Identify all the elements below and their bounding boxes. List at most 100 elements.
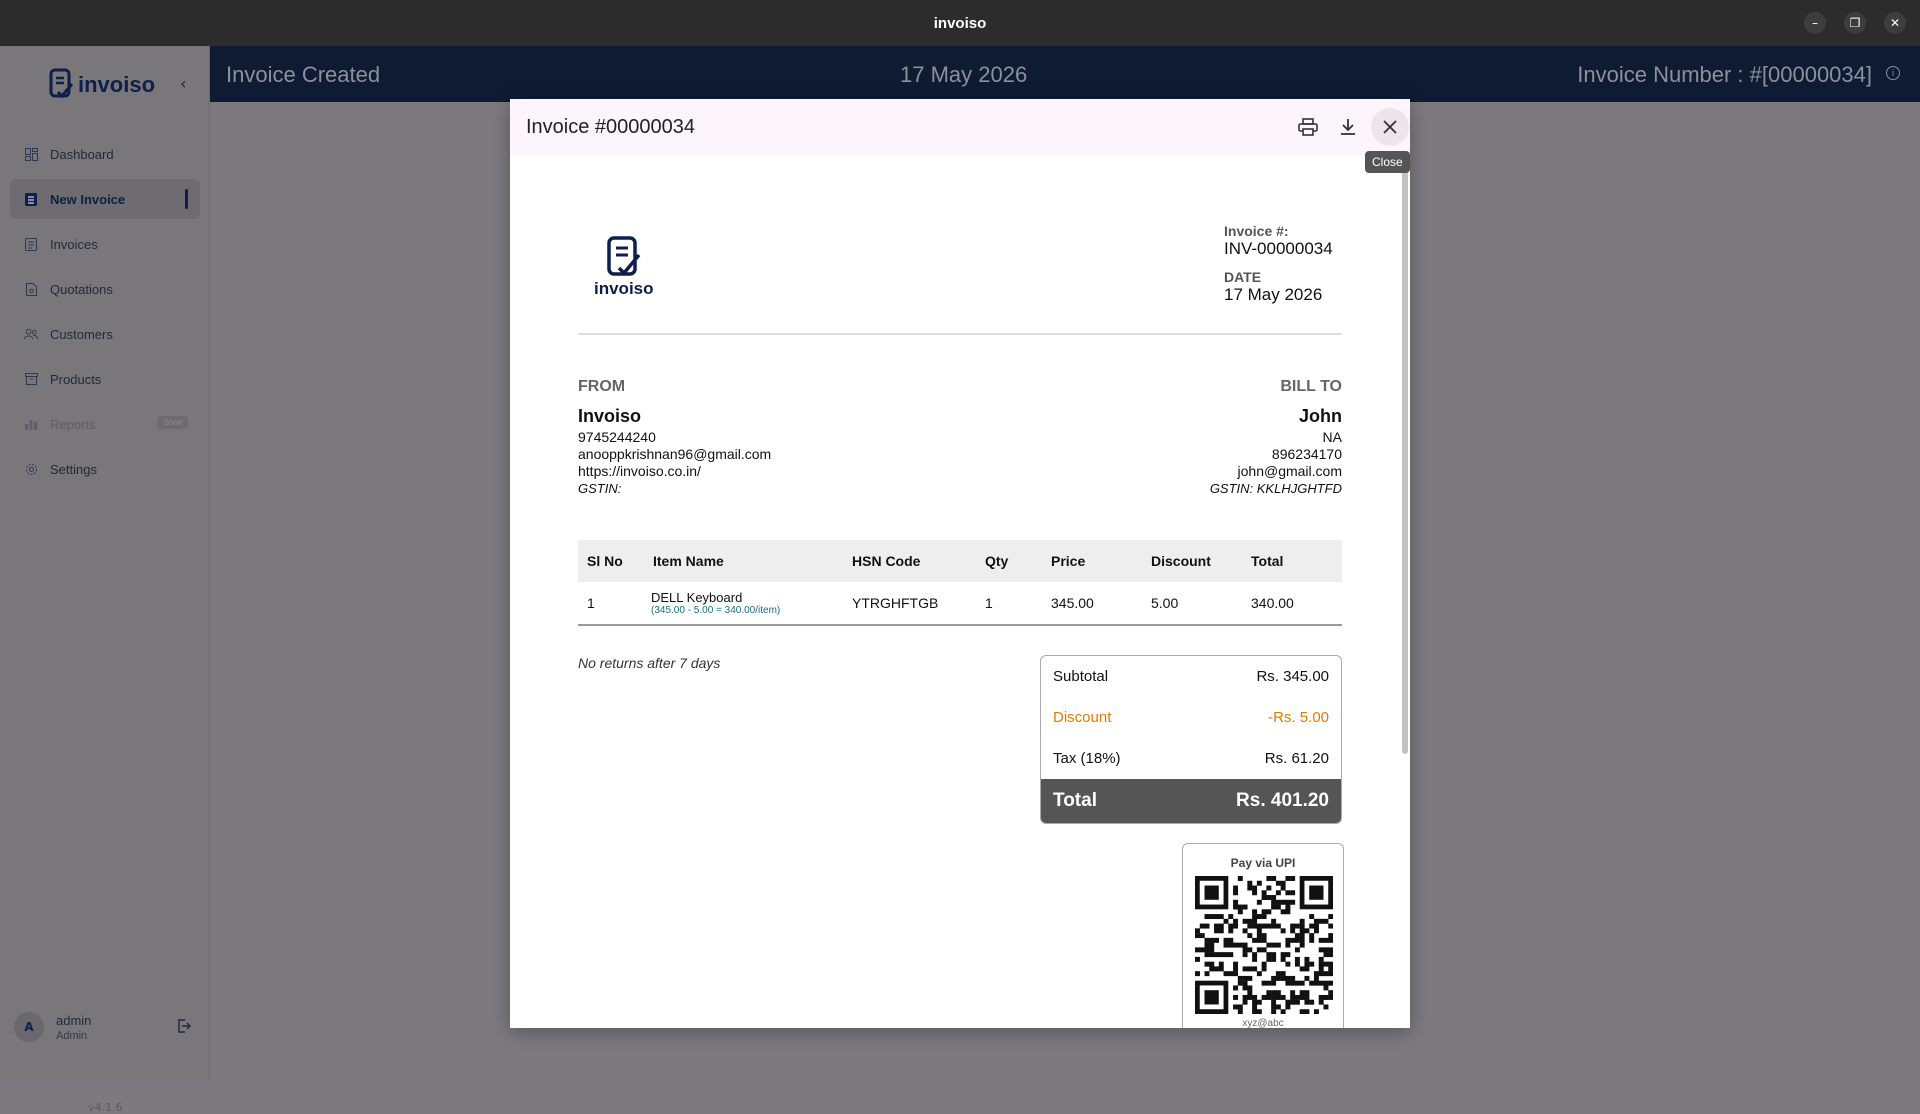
total-label: Total (1053, 790, 1097, 811)
invoice-logo: invoiso (594, 235, 654, 299)
discount-value: -Rs. 5.00 (1268, 709, 1329, 726)
from-section: FROM Invoiso 9745244240 anooppkrishnan96… (578, 378, 771, 497)
maximize-icon[interactable]: ❐ (1844, 12, 1866, 34)
discount-label: Discount (1053, 709, 1112, 726)
reports-icon (24, 417, 38, 431)
sidebar-item-label: Customers (50, 326, 113, 342)
print-icon[interactable] (1294, 113, 1322, 141)
sidebar-item-label: Reports (50, 416, 96, 432)
soon-badge: Soon (157, 416, 188, 429)
user-profile[interactable]: A admin Admin (14, 1012, 91, 1042)
subtotal-value: Rs. 345.00 (1256, 668, 1329, 685)
bill-to-name: John (1299, 406, 1342, 426)
bill-to-phone: 896234170 (1271, 446, 1342, 462)
total-value: Rs. 401.20 (1236, 790, 1329, 811)
invoice-terms: No returns after 7 days (578, 655, 721, 671)
sidebar-item-label: Dashboard (50, 146, 114, 162)
discount-row: Discount -Rs. 5.00 (1041, 697, 1341, 738)
invoices-icon (24, 237, 38, 251)
column-header: Qty (976, 540, 1042, 582)
invoice-items-table: Sl No Item Name HSN Code Qty Price Disco… (578, 540, 1342, 626)
cell-discount: 5.00 (1142, 582, 1242, 626)
collapse-sidebar-icon[interactable]: ‹ (180, 74, 186, 93)
cell-total: 340.00 (1242, 582, 1342, 626)
invoice-logo-icon (607, 236, 641, 276)
user-role: Admin (56, 1029, 88, 1042)
from-email: anooppkrishnan96@gmail.com (578, 446, 772, 462)
tax-label: Tax (18%) (1053, 750, 1121, 767)
close-tooltip: Close (1365, 151, 1410, 173)
sidebar-item-label: Invoices (50, 236, 98, 252)
dialog-title: Invoice #00000034 (526, 115, 696, 138)
cell-price: 345.00 (1042, 582, 1142, 626)
app-version: v4.1.6 (88, 1101, 123, 1114)
invoice-meta: Invoice #: INV-00000034 DATE 17 May 2026 (1224, 223, 1333, 305)
brand-logo[interactable]: invoiso (48, 68, 155, 102)
download-icon[interactable] (1334, 113, 1362, 141)
from-name: Invoiso (578, 406, 642, 426)
close-dialog-button[interactable] (1371, 108, 1409, 146)
sidebar-item-invoices[interactable]: Invoices (10, 224, 200, 264)
invoice-number-label: Invoice #: (1224, 223, 1289, 239)
invoice-number-heading: Invoice Number : #[00000034] (1577, 62, 1872, 87)
sidebar-item-label: New Invoice (50, 191, 126, 207)
minimize-icon[interactable]: – (1804, 12, 1826, 34)
sidebar-item-reports: Reports Soon (10, 404, 200, 444)
sidebar-item-new-invoice[interactable]: New Invoice (10, 179, 200, 219)
invoice-icon (24, 192, 38, 206)
cell-item: DELL Keyboard (345.00 - 5.00 = 340.00/it… (644, 582, 843, 626)
subtotal-label: Subtotal (1053, 668, 1109, 685)
logout-icon[interactable] (176, 1018, 192, 1038)
upi-id: xyz@abc (1242, 1018, 1284, 1028)
totals-box: Subtotal Rs. 345.00 Discount -Rs. 5.00 T… (1040, 655, 1342, 824)
invoice-date-label: DATE (1224, 269, 1262, 285)
from-gstin: GSTIN: (578, 481, 622, 496)
quotation-icon (24, 282, 38, 296)
sidebar-item-settings[interactable]: Settings (10, 449, 200, 489)
from-phone: 9745244240 (578, 429, 656, 445)
column-header: Total (1242, 540, 1342, 582)
sidebar-item-quotations[interactable]: Quotations (10, 269, 200, 309)
page-status: Invoice Created (226, 62, 381, 87)
upi-title: Pay via UPI (1230, 856, 1296, 870)
cell-qty: 1 (976, 582, 1042, 626)
sidebar-item-dashboard[interactable]: Dashboard (10, 134, 200, 174)
customers-icon (24, 327, 38, 341)
bill-to-gstin: GSTIN: KKLHJGHTFD (1209, 481, 1342, 496)
column-header: Sl No (578, 540, 644, 582)
sidebar-item-label: Quotations (50, 281, 113, 297)
sidebar-item-customers[interactable]: Customers (10, 314, 200, 354)
sidebar: invoiso ‹ Dashboard New Invoice Invoices (0, 46, 210, 1114)
bill-to-address: NA (1322, 429, 1342, 445)
subtotal-row: Subtotal Rs. 345.00 (1041, 656, 1341, 697)
table-row: 1 DELL Keyboard (345.00 - 5.00 = 340.00/… (578, 582, 1342, 626)
invoice-logo-text: invoiso (594, 279, 654, 298)
bill-to-email: john@gmail.com (1237, 463, 1342, 479)
sidebar-item-label: Settings (50, 461, 97, 477)
window-title: invoiso (933, 14, 987, 32)
window-titlebar: invoiso – ❐ ✕ (0, 0, 1920, 46)
cell-sl: 1 (578, 582, 644, 626)
close-window-icon[interactable]: ✕ (1884, 12, 1906, 34)
from-label: FROM (578, 378, 626, 395)
item-name: DELL Keyboard (651, 590, 743, 605)
page-date: 17 May 2026 (900, 62, 1028, 87)
invoice-number: INV-00000034 (1224, 239, 1333, 258)
sidebar-item-label: Products (50, 371, 102, 387)
settings-icon (24, 462, 38, 476)
dashboard-icon (24, 147, 38, 161)
info-icon[interactable]: i (1886, 66, 1900, 80)
page-header: Invoice Created 17 May 2026 Invoice Numb… (210, 46, 1920, 102)
invoice-preview-dialog: Invoice #00000034 invoiso Invoice #: INV… (510, 99, 1410, 1028)
tax-value: Rs. 61.20 (1264, 750, 1329, 767)
brand-name: invoiso (78, 72, 156, 97)
sidebar-item-products[interactable]: Products (10, 359, 200, 399)
divider (578, 333, 1342, 335)
column-header: Price (1042, 540, 1142, 582)
from-website: https://invoiso.co.in/ (578, 463, 701, 479)
dialog-scrollbar[interactable] (1402, 159, 1408, 754)
upi-qr-code (1195, 876, 1333, 1014)
sidebar-nav: Dashboard New Invoice Invoices Quotation… (10, 134, 200, 494)
item-price-detail: (345.00 - 5.00 = 340.00/item) (651, 605, 781, 616)
invoice-logo-icon (49, 68, 74, 99)
